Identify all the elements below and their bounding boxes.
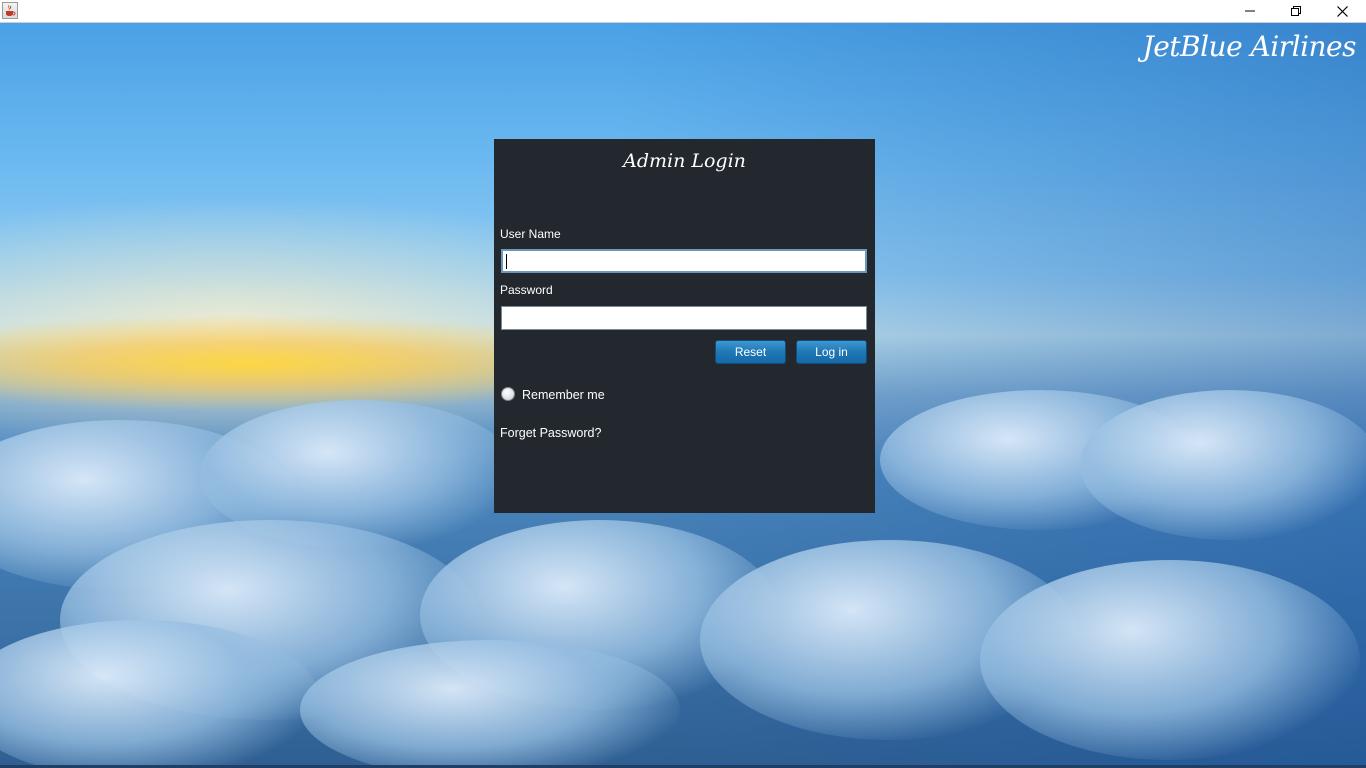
reset-button[interactable]: Reset — [715, 340, 786, 364]
forgot-password-link[interactable]: Forget Password? — [500, 426, 601, 440]
restore-icon — [1291, 6, 1301, 16]
login-panel: Admin Login User Name Password Reset Log… — [494, 139, 875, 513]
brand-title: JetBlue Airlines — [1142, 30, 1356, 63]
cloud — [300, 640, 680, 768]
maximize-button[interactable] — [1273, 0, 1319, 22]
minimize-icon — [1245, 10, 1255, 12]
minimize-button[interactable] — [1227, 0, 1273, 22]
password-label: Password — [500, 283, 553, 297]
title-bar[interactable] — [0, 0, 1366, 23]
username-input[interactable] — [501, 249, 867, 273]
cloud — [1080, 390, 1366, 540]
panel-title: Admin Login — [623, 150, 746, 172]
close-icon — [1336, 5, 1348, 17]
login-button[interactable]: Log in — [796, 340, 867, 364]
cloud — [980, 560, 1360, 760]
close-button[interactable] — [1319, 0, 1365, 22]
app-window: JetBlue Airlines Admin Login User Name P… — [0, 0, 1366, 768]
remember-me-radio[interactable] — [501, 387, 515, 401]
text-caret — [506, 254, 507, 269]
java-cup-icon[interactable] — [2, 2, 18, 19]
remember-me-label[interactable]: Remember me — [522, 388, 605, 402]
password-input[interactable] — [501, 306, 867, 330]
username-label: User Name — [500, 227, 561, 241]
